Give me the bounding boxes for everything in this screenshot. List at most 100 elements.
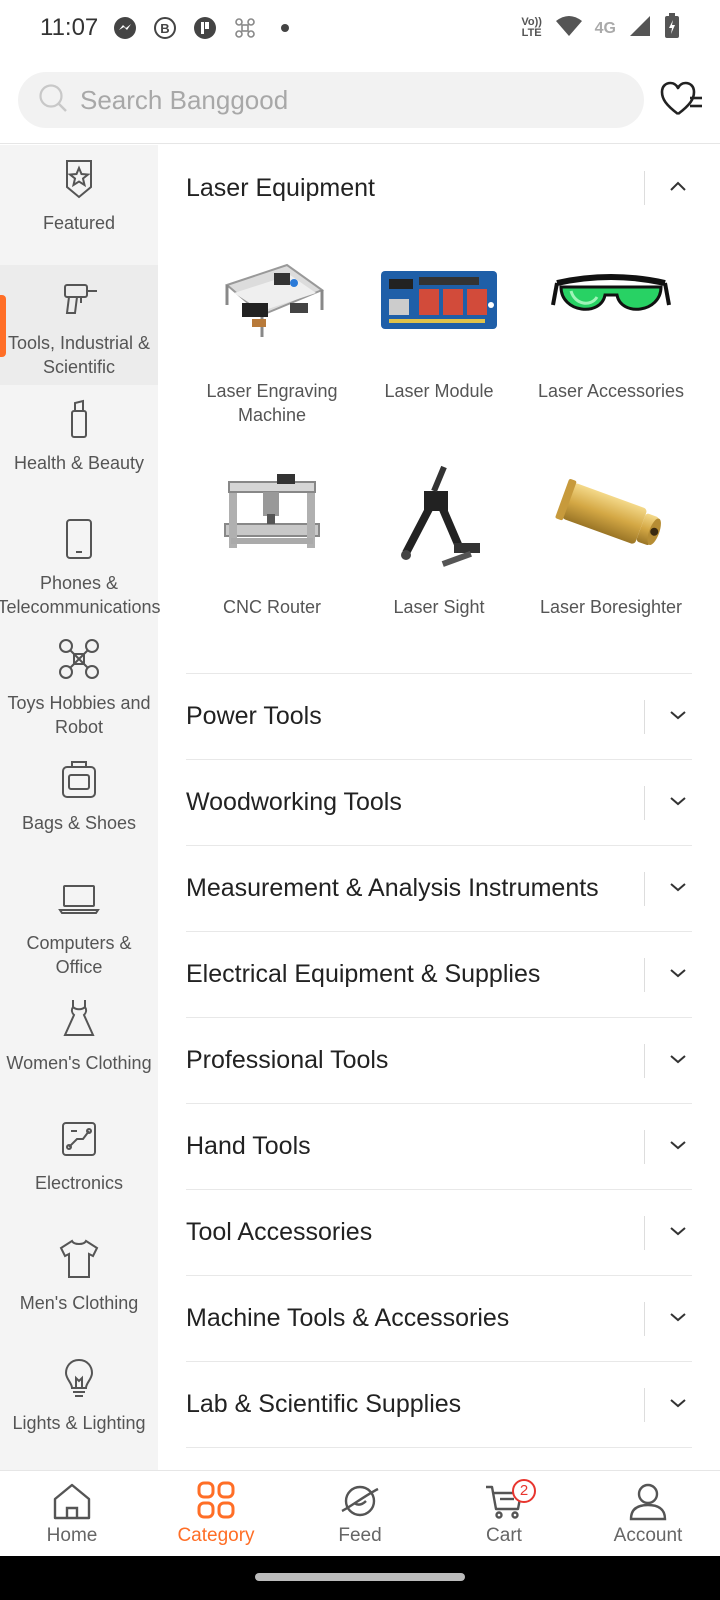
category-title: Professional Tools xyxy=(186,1046,389,1074)
category-row[interactable]: Power Tools xyxy=(186,674,692,760)
sidebar-item-label: Lights & Lighting xyxy=(12,1413,146,1433)
active-indicator xyxy=(0,295,6,357)
subcategory-laser-boresighter[interactable]: Laser Boresighter xyxy=(523,451,699,619)
row-divider xyxy=(644,171,645,205)
bag-icon xyxy=(62,761,96,798)
sidebar-item-label: Phones & Telecommunications xyxy=(0,573,161,617)
chevron-down-icon[interactable] xyxy=(668,1310,688,1324)
sidebar-item-bags-shoes[interactable]: Bags & Shoes xyxy=(0,745,158,865)
subcategory-cnc-router[interactable]: CNC Router xyxy=(184,451,360,619)
category-title: Power Tools xyxy=(186,702,322,730)
search-bar[interactable] xyxy=(18,72,644,128)
nav-label: Category xyxy=(177,1525,255,1546)
sidebar-item-computers[interactable]: Computers & Office xyxy=(0,865,158,985)
category-row[interactable]: Woodworking Tools xyxy=(186,760,692,846)
home-gesture-bar[interactable] xyxy=(255,1573,465,1581)
search-input[interactable] xyxy=(80,84,580,116)
sidebar-item-label: Featured xyxy=(42,213,116,233)
chevron-down-icon[interactable] xyxy=(668,1138,688,1152)
subcategory-label: CNC Router xyxy=(222,597,322,617)
category-content: Laser Equipment Laser Engraving Machine … xyxy=(158,145,720,1470)
drill-icon xyxy=(64,284,97,314)
sidebar-item-health-beauty[interactable]: Health & Beauty xyxy=(0,385,158,505)
row-divider xyxy=(644,1216,645,1250)
category-title: Electrical Equipment & Supplies xyxy=(186,960,541,988)
chevron-up-icon[interactable] xyxy=(668,179,688,193)
chevron-down-icon[interactable] xyxy=(668,1396,688,1410)
lipstick-icon xyxy=(71,399,87,438)
nav-account[interactable]: Account xyxy=(576,1471,720,1557)
messenger-icon xyxy=(112,15,138,41)
chevron-down-icon[interactable] xyxy=(668,1052,688,1066)
sidebar-item-label: Tools, Industrial & Scientific xyxy=(7,333,151,377)
heart-list-icon xyxy=(660,81,702,116)
phone-icon xyxy=(66,519,92,559)
laser-goggles-image xyxy=(546,235,676,365)
subcategory-laser-engraving-machine[interactable]: Laser Engraving Machine xyxy=(184,235,360,427)
volte-label: Vo)) LTE xyxy=(521,16,542,39)
sidebar-item-mens-clothing[interactable]: Men's Clothing xyxy=(0,1225,158,1345)
row-divider xyxy=(644,786,645,820)
nav-label: Account xyxy=(613,1525,683,1546)
category-row[interactable]: Lab & Scientific Supplies xyxy=(186,1362,692,1448)
nav-label: Cart xyxy=(486,1525,522,1546)
sidebar-item-phones[interactable]: Phones & Telecommunications xyxy=(0,505,161,625)
chevron-down-icon[interactable] xyxy=(668,794,688,808)
cnc-router-image xyxy=(207,451,337,581)
category-header-laser-equipment[interactable]: Laser Equipment xyxy=(186,145,692,231)
row-divider xyxy=(644,872,645,906)
subcategory-label: Laser Boresighter xyxy=(539,597,683,617)
wifi-icon xyxy=(555,15,583,42)
nav-cart[interactable]: 2 Cart xyxy=(432,1471,576,1557)
category-row[interactable]: Electrical Equipment & Supplies xyxy=(186,932,692,1018)
chevron-down-icon[interactable] xyxy=(668,880,688,894)
row-divider xyxy=(644,1302,645,1336)
subcategory-label: Laser Engraving Machine xyxy=(206,381,338,425)
wishlist-button[interactable] xyxy=(660,80,704,120)
grid-icon xyxy=(197,1481,235,1519)
shirt-icon xyxy=(59,1239,99,1278)
category-row[interactable]: Measurement & Analysis Instruments xyxy=(186,846,692,932)
chevron-down-icon[interactable] xyxy=(668,966,688,980)
boresighter-image xyxy=(546,451,676,581)
subcategory-laser-accessories[interactable]: Laser Accessories xyxy=(523,235,699,403)
search-icon xyxy=(38,83,68,118)
sidebar-item-toys[interactable]: Toys Hobbies and Robot xyxy=(0,625,158,745)
sidebar-item-tools[interactable]: Tools, Industrial & Scientific xyxy=(0,265,158,385)
category-title: Laser Equipment xyxy=(186,173,376,202)
laptop-icon xyxy=(58,885,100,914)
battery-icon xyxy=(664,12,680,44)
drone-icon xyxy=(59,639,99,679)
chevron-down-icon[interactable] xyxy=(668,708,688,722)
nav-home[interactable]: Home xyxy=(0,1471,144,1557)
subcategory-laser-sight[interactable]: Laser Sight xyxy=(351,451,527,619)
subcategory-laser-module[interactable]: Laser Module xyxy=(351,235,527,403)
network-label: 4G xyxy=(594,19,616,37)
subcategory-label: Laser Module xyxy=(384,381,494,401)
sidebar-item-label: Women's Clothing xyxy=(6,1053,152,1073)
bipod-image xyxy=(374,451,504,581)
row-divider xyxy=(644,1130,645,1164)
cart-count-badge: 2 xyxy=(512,1479,536,1503)
sidebar-item-electronics[interactable]: Electronics xyxy=(0,1105,158,1225)
nav-category[interactable]: Category xyxy=(144,1471,288,1557)
subcategory-label: Laser Accessories xyxy=(537,381,685,401)
sidebar-item-lights[interactable]: Lights & Lighting xyxy=(0,1345,158,1465)
category-title: Tool Accessories xyxy=(186,1218,373,1246)
sidebar-item-label: Computers & Office xyxy=(26,933,132,977)
nav-label: Home xyxy=(46,1525,98,1546)
category-row[interactable]: Tool Accessories xyxy=(186,1190,692,1276)
category-row[interactable]: Hand Tools xyxy=(186,1104,692,1190)
sidebar-item-womens-clothing[interactable]: Women's Clothing xyxy=(0,985,158,1105)
home-icon xyxy=(53,1483,91,1520)
category-row[interactable]: Machine Tools & Accessories xyxy=(186,1276,692,1362)
dot-icon xyxy=(272,15,298,41)
category-title: Lab & Scientific Supplies xyxy=(186,1390,462,1418)
category-title: Hand Tools xyxy=(186,1132,311,1160)
p-app-icon xyxy=(192,15,218,41)
nav-feed[interactable]: Feed xyxy=(288,1471,432,1557)
chevron-down-icon[interactable] xyxy=(668,1224,688,1238)
category-row[interactable]: Professional Tools xyxy=(186,1018,692,1104)
sidebar-item-featured[interactable]: Featured xyxy=(0,145,158,265)
star-badge-icon xyxy=(66,160,92,199)
